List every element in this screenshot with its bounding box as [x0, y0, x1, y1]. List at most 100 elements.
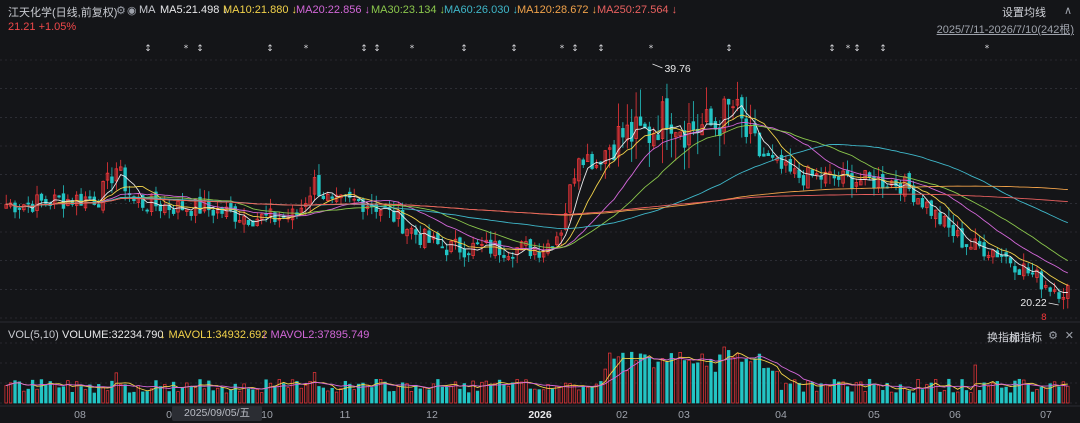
chevron-up-icon[interactable]: ∧	[1064, 4, 1072, 17]
volume-bar	[26, 388, 30, 404]
volume-bar	[475, 390, 480, 404]
volume-bar	[48, 381, 52, 404]
stock-title[interactable]: 江天化学(日线,前复权)	[8, 4, 117, 20]
volume-bar	[374, 379, 378, 404]
volume-bar	[370, 387, 374, 404]
candle-body	[444, 249, 449, 256]
volume-bar	[79, 386, 83, 404]
candle-body	[458, 237, 462, 253]
volume-bar	[942, 390, 947, 404]
volume-bar	[167, 391, 171, 404]
volume-bar	[815, 390, 819, 404]
ma-line-MA30	[6, 124, 1069, 261]
volume-bar	[885, 382, 889, 404]
volume-bar	[1030, 391, 1035, 404]
gear-icon-volume[interactable]: ⚙	[1048, 329, 1058, 342]
candle-body	[180, 201, 185, 211]
event-markers: ↕ * ↕ ↕ * ↕ ↕ * ↕ ↕ * ↕ ↕ * ↕ ↕ * ↕ ↕ *	[144, 44, 990, 54]
volume-bar	[771, 370, 775, 404]
candle-body	[837, 176, 841, 180]
volume-bar	[748, 361, 753, 404]
volume-bar	[163, 384, 167, 404]
volume-bar	[123, 384, 127, 404]
candle-body	[97, 204, 101, 208]
stock-chart[interactable]: ↕*↕↕*↕↕*↕↕*↕↕*↕↕*↕↕* 39.7620.228 0809101…	[0, 0, 1080, 423]
ma-legend-2: MA20:22.856 ↓	[296, 4, 370, 16]
ma-label: MA	[139, 4, 156, 16]
price-annotations: 39.76 20.22 8	[652, 63, 1059, 323]
candle-body	[872, 176, 876, 189]
candle-body	[713, 121, 718, 130]
volume-bar	[779, 389, 784, 404]
volume-bar	[590, 386, 594, 404]
eye-icon[interactable]: ◉	[127, 4, 137, 17]
event-marker-10: *	[560, 44, 565, 54]
ma-legend-6: MA250:27.564 ↓	[597, 4, 678, 16]
event-marker-8: ↕	[460, 44, 468, 54]
volume-bar	[1022, 379, 1026, 404]
end-marker: 8	[1041, 313, 1047, 323]
candle-body	[467, 253, 471, 256]
volume-legend-2: ↓ MAVOL2:37895.749	[262, 329, 370, 341]
volume-bar	[312, 372, 317, 404]
volume-bar	[83, 389, 88, 404]
candle-body	[709, 108, 713, 126]
volume-bar	[35, 388, 39, 404]
volume-bar	[396, 386, 400, 404]
volume-bar	[423, 387, 427, 404]
volume-bar	[255, 389, 259, 404]
volume-bar	[418, 388, 422, 404]
candle-body	[475, 242, 480, 245]
volume-bar	[70, 391, 74, 404]
volume-bar	[665, 361, 669, 404]
volume-bar	[577, 389, 581, 404]
volume-bar	[911, 392, 916, 404]
volume-bar	[361, 382, 365, 404]
volume-bar	[88, 384, 92, 404]
volume-bar	[625, 370, 629, 404]
settings-ma-button[interactable]: 设置均线	[1002, 4, 1046, 20]
volume-bar	[682, 360, 687, 404]
candle-body	[788, 159, 792, 172]
volume-bar	[506, 385, 511, 404]
candle-body	[462, 248, 467, 258]
volume-legend-1: ↓ MAVOL1:34932.692	[160, 329, 268, 341]
switch-indicator-button[interactable]: 换指标	[987, 329, 1020, 345]
volume-bar	[828, 385, 832, 404]
event-marker-1: *	[184, 44, 189, 54]
candle-body	[1048, 287, 1052, 292]
volume-bar	[458, 388, 462, 404]
volume-bar	[568, 383, 572, 404]
event-marker-17: ↕	[853, 44, 861, 54]
volume-bar	[211, 390, 215, 404]
volume-bars	[4, 346, 1070, 404]
volume-bar	[1044, 388, 1048, 404]
volume-bar	[260, 392, 264, 404]
volume-bar	[141, 391, 145, 404]
volume-bar	[39, 379, 44, 404]
volume-bar	[867, 378, 872, 404]
candle-body	[330, 196, 334, 199]
volume-bar	[119, 383, 123, 404]
volume-bar	[969, 392, 973, 404]
volume-bar	[519, 381, 524, 404]
volume-bar	[511, 382, 515, 404]
volume-bar	[282, 383, 286, 404]
event-marker-19: *	[985, 44, 990, 54]
volume-bar	[158, 386, 163, 404]
volume-bar	[127, 392, 132, 404]
date-range[interactable]: 2025/7/11-2026/7/10(242根)	[937, 21, 1074, 37]
volume-bar	[224, 392, 229, 404]
volume-bar	[872, 383, 876, 404]
volume-bar	[784, 382, 788, 404]
volume-bar	[101, 386, 105, 404]
event-marker-18: ↕	[879, 44, 887, 54]
gear-icon[interactable]: ⚙	[116, 4, 126, 17]
close-icon[interactable]: ✕	[1065, 329, 1074, 342]
volume-bar	[687, 359, 691, 404]
candle-body	[528, 239, 533, 257]
candle-body	[246, 219, 251, 225]
candle-body	[392, 210, 396, 222]
volume-bar	[978, 390, 982, 404]
volume-bar	[242, 383, 246, 404]
